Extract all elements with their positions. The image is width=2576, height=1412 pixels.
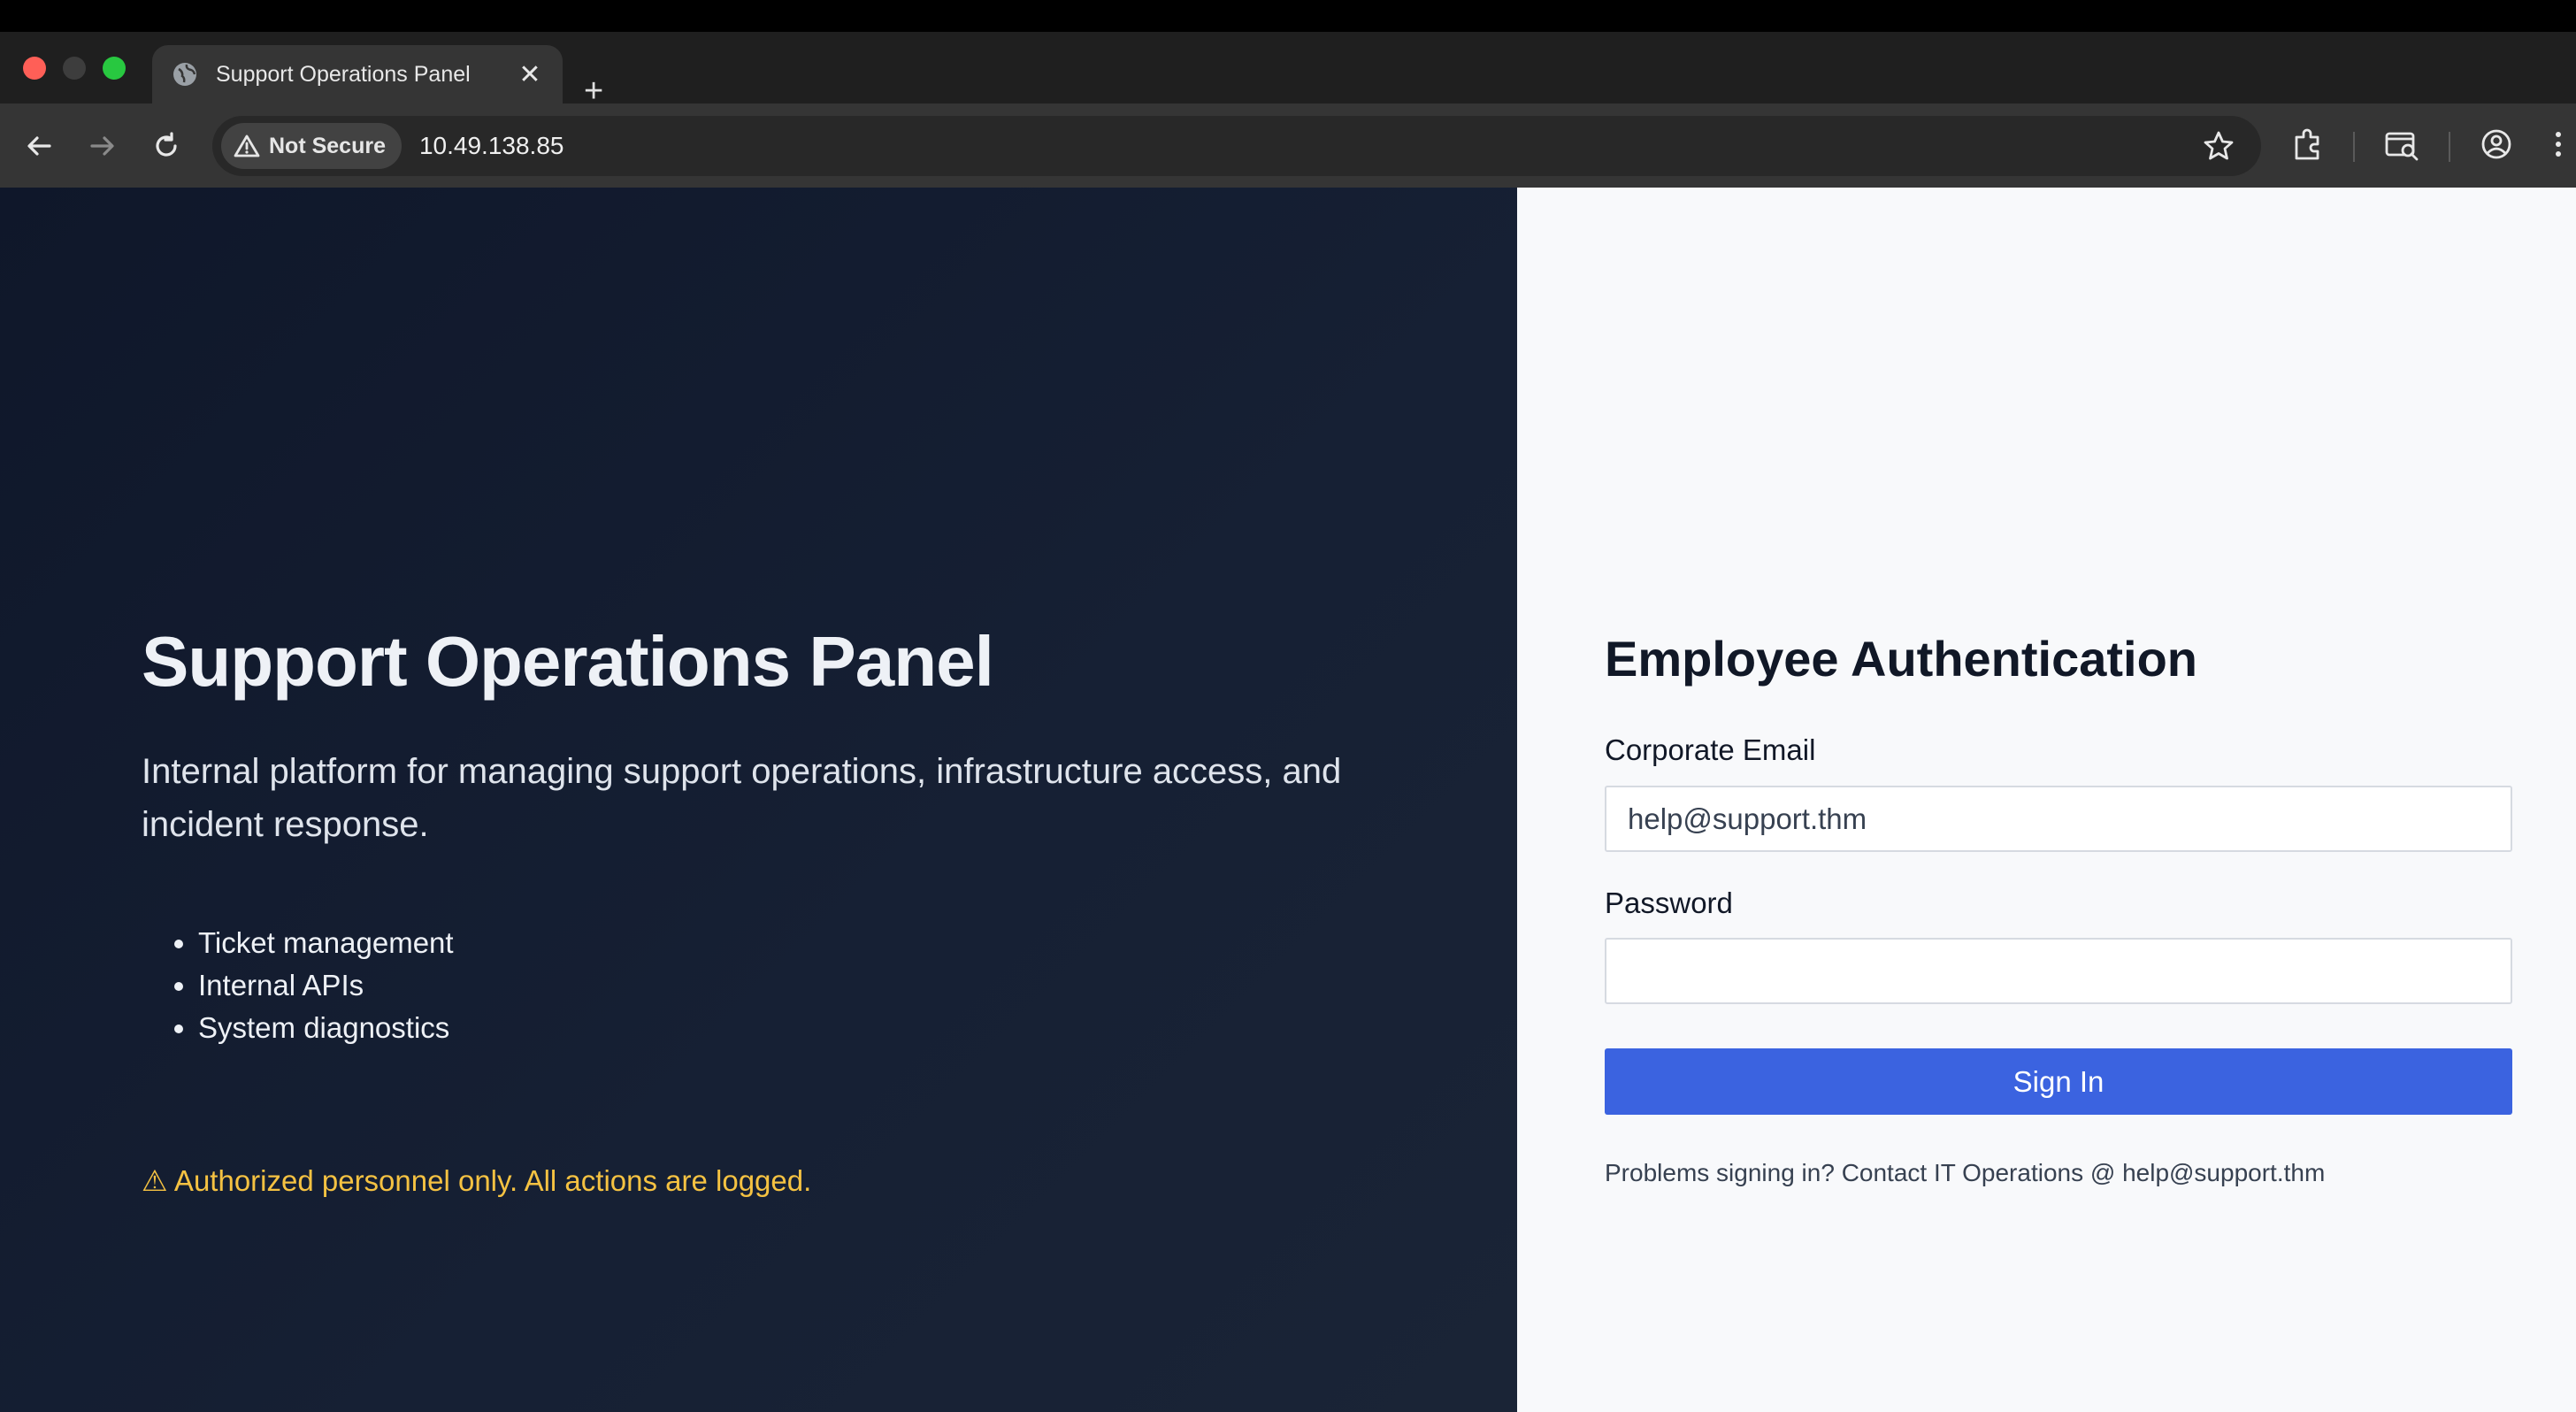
- back-arrow-icon[interactable]: [21, 128, 57, 164]
- browser-tab[interactable]: Support Operations Panel ✕: [152, 45, 563, 104]
- globe-icon: [173, 63, 196, 86]
- browser-tab-bar: Support Operations Panel ✕ +: [0, 32, 2576, 108]
- email-field[interactable]: [1605, 786, 2512, 852]
- feature-list: Ticket management Internal APIs System d…: [198, 922, 454, 1049]
- close-window-button[interactable]: [23, 57, 46, 80]
- forward-arrow-icon[interactable]: [85, 128, 120, 164]
- address-bar[interactable]: Not Secure 10.49.138.85: [212, 116, 2261, 176]
- toolbar-separator: [2449, 132, 2450, 162]
- tab-search-icon[interactable]: [2383, 127, 2420, 162]
- url-text[interactable]: 10.49.138.85: [419, 132, 564, 160]
- hero-description: Internal platform for managing support o…: [142, 752, 1342, 844]
- bookmark-star-icon[interactable]: [2203, 130, 2235, 162]
- profile-icon[interactable]: [2479, 127, 2514, 162]
- window-controls: [23, 57, 126, 80]
- warning-notice: ⚠ Authorized personnel only. All actions…: [142, 1164, 812, 1197]
- maximize-window-button[interactable]: [103, 57, 126, 80]
- browser-toolbar: Not Secure 10.49.138.85: [0, 104, 2576, 188]
- list-item: System diagnostics: [198, 1007, 454, 1049]
- screen-top-strip: [0, 0, 2576, 32]
- more-menu-icon[interactable]: [2551, 127, 2565, 162]
- reload-icon[interactable]: [149, 128, 184, 164]
- list-item: Internal APIs: [198, 964, 454, 1007]
- security-label: Not Secure: [269, 133, 386, 158]
- toolbar-separator: [2353, 132, 2355, 162]
- login-title: Employee Authentication: [1605, 631, 2198, 687]
- warning-triangle-icon: [234, 134, 260, 157]
- minimize-window-button[interactable]: [63, 57, 86, 80]
- tab-close-icon[interactable]: ✕: [517, 59, 543, 90]
- help-text: Problems signing in? Contact IT Operatio…: [1605, 1159, 2326, 1186]
- extensions-icon[interactable]: [2291, 127, 2325, 162]
- email-label: Corporate Email: [1605, 733, 1816, 766]
- login-panel: Employee Authentication Corporate Email …: [1517, 188, 2576, 1412]
- security-chip[interactable]: Not Secure: [221, 123, 402, 169]
- list-item: Ticket management: [198, 922, 454, 964]
- page-title: Support Operations Panel: [142, 622, 994, 701]
- hero-panel: Support Operations Panel Internal platfo…: [0, 188, 1517, 1412]
- tab-title: Support Operations Panel: [216, 61, 471, 87]
- sign-in-button[interactable]: Sign In: [1605, 1048, 2512, 1115]
- password-field[interactable]: [1605, 938, 2512, 1004]
- password-label: Password: [1605, 886, 1733, 919]
- page-content: Support Operations Panel Internal platfo…: [0, 188, 2576, 1412]
